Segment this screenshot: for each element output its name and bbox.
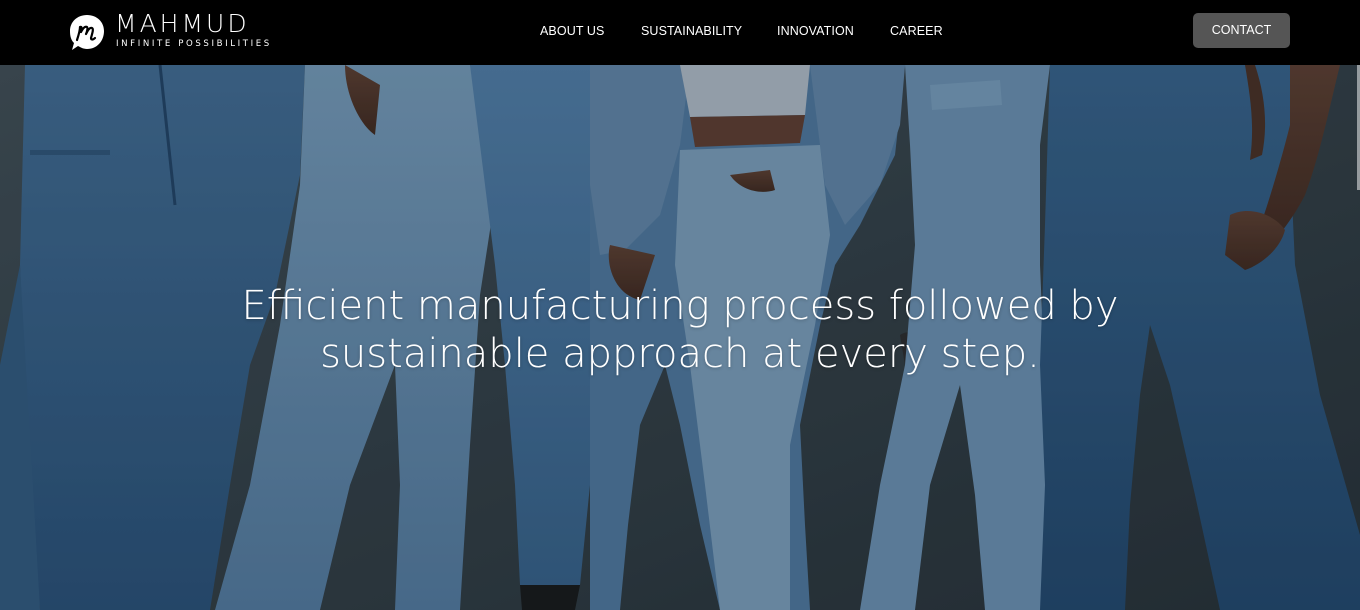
contact-button[interactable]: CONTACT: [1193, 13, 1290, 48]
hero-headline-line-1: Efficient manufacturing process followed…: [241, 283, 1119, 329]
hero-section: Efficient manufacturing process followed…: [0, 65, 1360, 610]
nav-career[interactable]: CAREER: [890, 23, 943, 39]
hero-headline: Efficient manufacturing process followed…: [0, 282, 1360, 378]
top-navbar: MAHMUD INFINITE POSSIBILITIES ABOUT US S…: [0, 0, 1360, 65]
nav-sustainability[interactable]: SUSTAINABILITY: [641, 23, 742, 39]
nav-innovation[interactable]: INNOVATION: [777, 23, 854, 39]
nav-about-us[interactable]: ABOUT US: [540, 23, 604, 39]
page: MAHMUD INFINITE POSSIBILITIES ABOUT US S…: [0, 0, 1360, 610]
main-nav: ABOUT US SUSTAINABILITY INNOVATION CAREE…: [0, 0, 1360, 62]
hero-headline-line-2: sustainable approach at every step.: [320, 331, 1040, 377]
